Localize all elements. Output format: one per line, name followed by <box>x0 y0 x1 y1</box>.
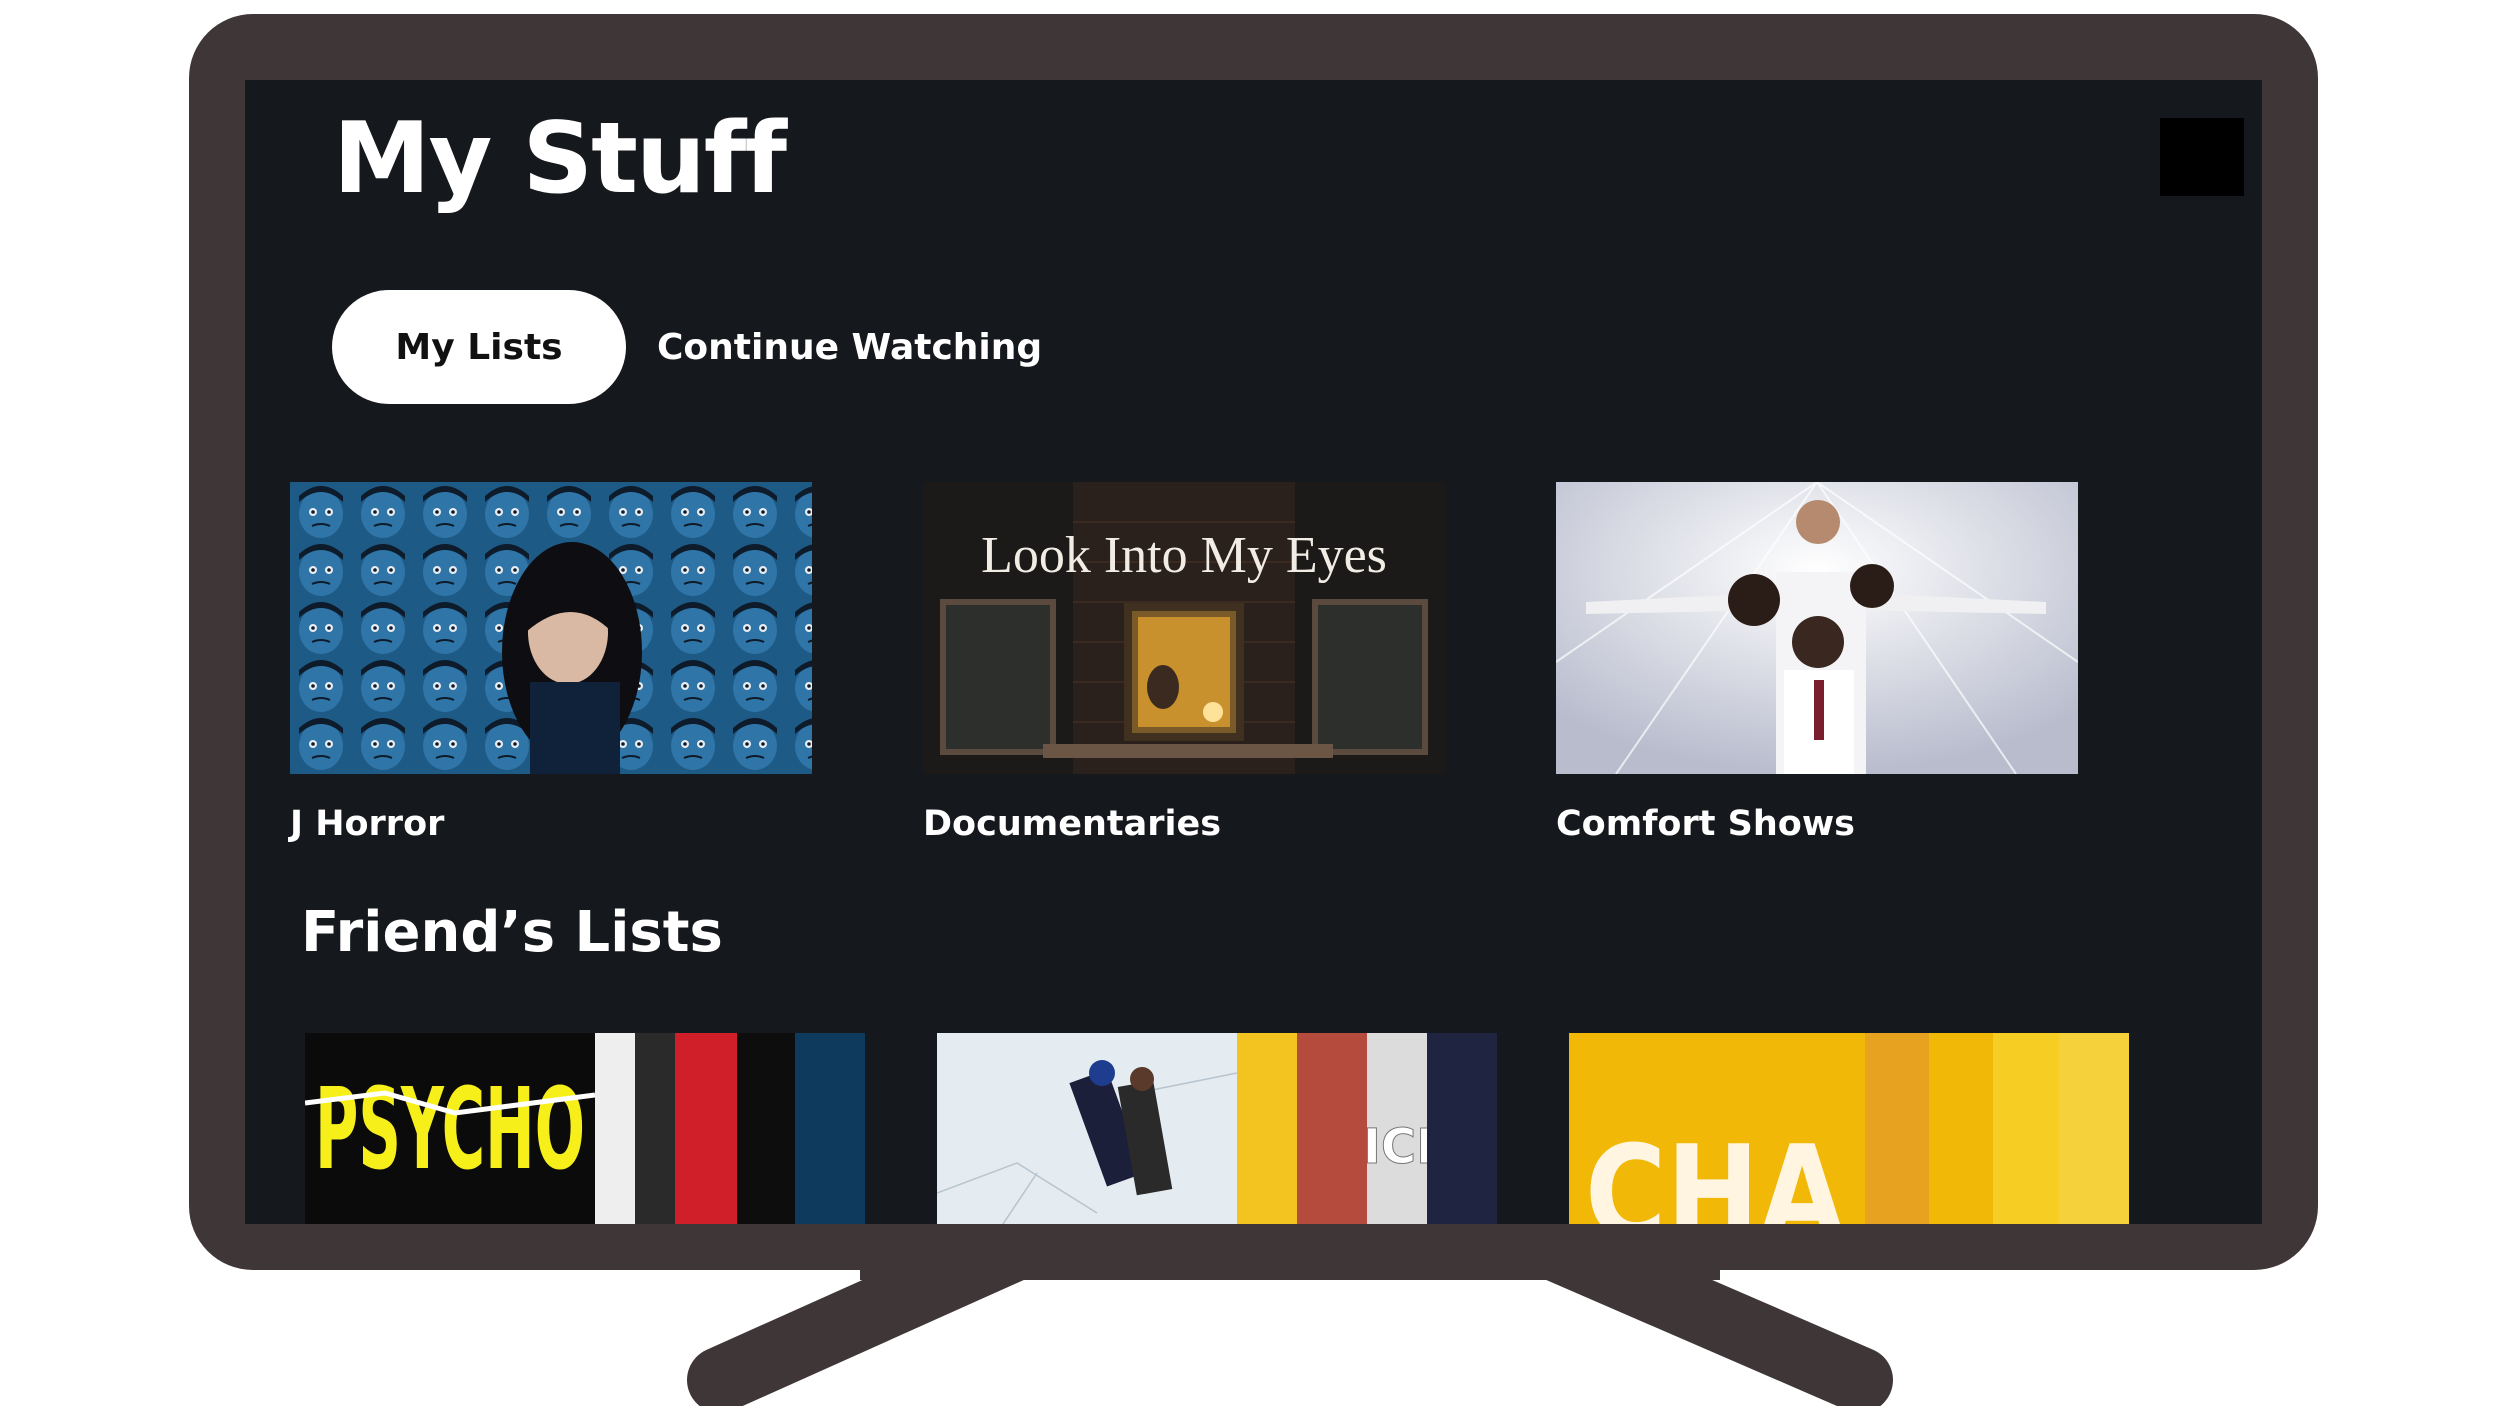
poster <box>1297 1033 1367 1224</box>
list-thumbnail <box>290 482 812 774</box>
cha-artwork: CHA <box>1569 1033 1865 1224</box>
tv-frame: My Stuff My Lists Continue Watching J Ho… <box>189 14 2318 1270</box>
ice-artwork: ICE <box>1357 1033 1427 1224</box>
poster <box>667 1033 737 1224</box>
eternal-sunshine-artwork <box>937 1033 1237 1224</box>
ice-poster: ICE <box>1357 1033 1427 1224</box>
poster-main <box>937 1033 1237 1224</box>
psycho-artwork: PSYCHO <box>305 1033 595 1224</box>
poster <box>1227 1033 1297 1224</box>
list-thumbnail <box>1556 482 2078 774</box>
poster <box>2057 1033 2129 1224</box>
ice-title: ICE <box>1363 1119 1427 1175</box>
list-label: Comfort Shows <box>1556 804 1855 844</box>
poster <box>1989 1033 2059 1224</box>
page-title: My Stuff <box>333 102 787 216</box>
profile-avatar[interactable] <box>2160 118 2244 196</box>
psycho-title: PSYCHO <box>315 1065 585 1195</box>
cha-title: CHA <box>1585 1117 1845 1224</box>
friends-lists-title: Friend’s Lists <box>301 900 723 965</box>
cha-poster: CHA <box>1569 1033 1865 1224</box>
poster <box>1427 1033 1497 1224</box>
documentaries-thumb-title: Look Into My Eyes <box>981 527 1387 584</box>
list-card-comfort-shows[interactable]: Comfort Shows <box>1556 482 2078 844</box>
friend-list-stack[interactable]: ICE <box>937 1033 1497 1224</box>
list-card-documentaries[interactable]: Look Into My Eyes Documentaries <box>923 482 1445 844</box>
tab-continue-watching[interactable]: Continue Watching <box>657 290 1087 404</box>
tv-screen: My Stuff My Lists Continue Watching J Ho… <box>245 80 2262 1224</box>
poster <box>1859 1033 1929 1224</box>
friend-list-stack[interactable]: PSYCHO <box>305 1033 865 1224</box>
list-label: J Horror <box>290 804 445 844</box>
list-thumbnail: Look Into My Eyes <box>923 482 1445 774</box>
friend-list-stack[interactable]: CHA <box>1569 1033 2129 1224</box>
comfort-shows-artwork <box>1556 482 2078 774</box>
psycho-poster: PSYCHO <box>305 1033 595 1224</box>
poster <box>1923 1033 1993 1224</box>
j-horror-artwork <box>290 482 812 774</box>
tab-my-lists[interactable]: My Lists <box>332 290 626 404</box>
poster <box>783 1033 865 1224</box>
documentaries-artwork: Look Into My Eyes <box>923 482 1445 774</box>
list-label: Documentaries <box>923 804 1222 844</box>
list-card-j-horror[interactable]: J Horror <box>290 482 812 844</box>
